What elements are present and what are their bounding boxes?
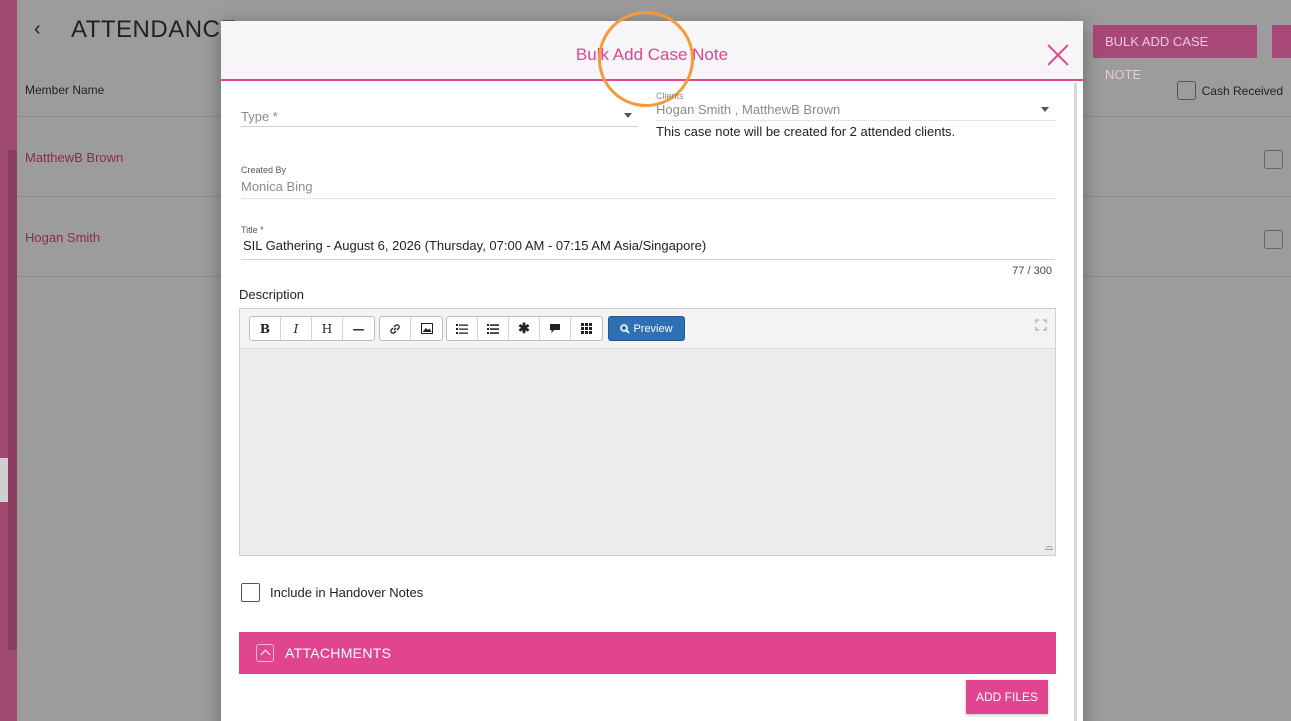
created-by-field: Created By Monica Bing: [241, 165, 1055, 199]
member-name-link[interactable]: MatthewB Brown: [25, 150, 123, 165]
side-nav-strip: [0, 0, 17, 721]
type-select[interactable]: Type *: [241, 108, 638, 127]
asterisk-icon[interactable]: ✱: [509, 317, 540, 340]
side-nav-handle[interactable]: [0, 458, 8, 502]
attachments-label: ATTACHMENTS: [285, 645, 392, 661]
cash-received-header: Cash Received: [1176, 81, 1283, 100]
add-files-button[interactable]: ADD FILES: [966, 680, 1048, 714]
description-editor: B I H — ✱ Preview ⌓: [239, 308, 1056, 556]
close-icon[interactable]: [1046, 43, 1070, 67]
page-title: ATTENDANCE: [71, 16, 237, 43]
bulleted-list-icon[interactable]: [447, 317, 478, 340]
title-input[interactable]: SIL Gathering - August 6, 2026 (Thursday…: [241, 238, 1055, 260]
clients-select[interactable]: Hogan Smith , MatthewB Brown: [656, 102, 1055, 121]
table-icon[interactable]: [571, 317, 602, 340]
cash-received-checkbox[interactable]: [1264, 150, 1283, 169]
bulk-add-case-note-button[interactable]: BULK ADD CASE NOTE: [1093, 25, 1257, 82]
clients-label: Clients: [656, 91, 684, 101]
title-field: Title * SIL Gathering - August 6, 2026 (…: [241, 225, 1055, 260]
resize-handle-icon[interactable]: ⌓: [1045, 542, 1053, 553]
handover-checkbox-row[interactable]: Include in Handover Notes: [241, 583, 423, 602]
clients-field: Clients Hogan Smith , MatthewB Brown Thi…: [656, 91, 1055, 139]
chevron-up-icon[interactable]: [256, 644, 274, 662]
bulk-add-case-note-modal: Bulk Add Case Note Type * Clients Hogan …: [221, 11, 1083, 721]
cash-received-checkbox[interactable]: [1264, 230, 1283, 249]
side-nav-inner: [8, 150, 17, 650]
caret-down-icon: [1041, 107, 1049, 112]
created-by-value: Monica Bing: [241, 179, 1055, 199]
cash-received-label: Cash Received: [1201, 83, 1283, 98]
image-icon[interactable]: [411, 317, 442, 340]
italic-button[interactable]: I: [281, 317, 312, 340]
format-group: B I H —: [249, 316, 375, 341]
search-icon: [620, 323, 631, 334]
quote-icon[interactable]: [540, 317, 571, 340]
block-group: ✱: [446, 316, 603, 341]
header-extra-button[interactable]: [1272, 25, 1291, 58]
handover-label: Include in Handover Notes: [270, 585, 424, 600]
insert-group: [379, 316, 443, 341]
modal-title: Bulk Add Case Note: [575, 45, 729, 64]
modal-scrollbar[interactable]: [1074, 83, 1077, 721]
horizontal-rule-button[interactable]: —: [343, 317, 374, 340]
description-textarea[interactable]: ⌓: [240, 349, 1055, 555]
editor-toolbar: B I H — ✱ Preview: [240, 309, 1055, 349]
link-icon[interactable]: [380, 317, 411, 340]
caret-down-icon: [624, 113, 632, 118]
fullscreen-icon[interactable]: [1035, 319, 1047, 334]
type-select-placeholder: Type *: [241, 109, 278, 124]
bold-button[interactable]: B: [250, 317, 281, 340]
title-char-counter: 77 / 300: [1012, 265, 1052, 277]
cash-received-select-all-checkbox[interactable]: [1176, 81, 1196, 100]
back-chevron-icon[interactable]: ‹: [34, 18, 41, 41]
clients-note: This case note will be created for 2 att…: [656, 124, 956, 139]
numbered-list-icon[interactable]: [478, 317, 509, 340]
created-by-label: Created By: [241, 165, 287, 175]
title-label: Title *: [241, 225, 264, 235]
heading-button[interactable]: H: [312, 317, 343, 340]
handover-checkbox[interactable]: [241, 583, 260, 602]
attachments-panel-header[interactable]: ATTACHMENTS: [239, 632, 1056, 674]
description-label: Description: [239, 287, 305, 302]
member-name-link[interactable]: Hogan Smith: [25, 230, 100, 245]
preview-button[interactable]: Preview: [608, 316, 685, 341]
clients-value: Hogan Smith , MatthewB Brown: [656, 102, 841, 117]
member-name-header: Member Name: [25, 83, 105, 97]
modal-header: Bulk Add Case Note: [221, 11, 1083, 107]
preview-label: Preview: [633, 322, 673, 335]
